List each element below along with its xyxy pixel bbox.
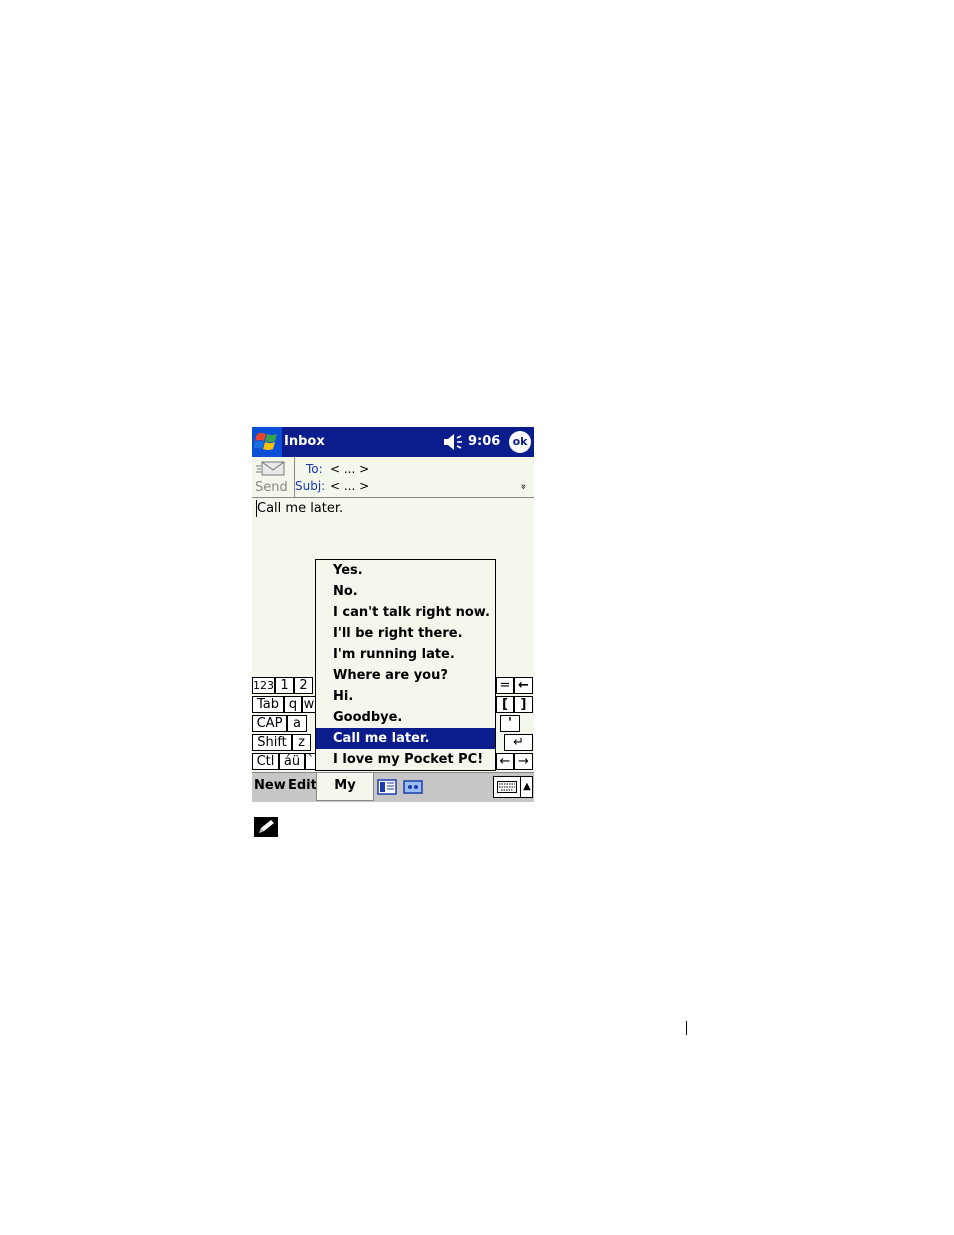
key-left-bracket[interactable]: [ <box>496 696 514 713</box>
key-123[interactable]: 123 <box>252 677 275 694</box>
key-arrow-left[interactable]: ← <box>496 753 514 770</box>
my-text-item-selected[interactable]: Call me later. <box>316 728 495 749</box>
message-body[interactable]: Call me later. <box>257 501 343 516</box>
speaker-icon[interactable] <box>443 433 465 451</box>
input-menu-arrow-icon[interactable]: ▲ <box>520 777 533 797</box>
my-text-item[interactable]: Yes. <box>316 560 495 581</box>
ok-button[interactable]: ok <box>509 431 531 453</box>
start-button[interactable] <box>252 427 282 457</box>
key-caps[interactable]: CAP <box>252 715 287 732</box>
input-panel-button[interactable]: ▲ <box>493 776 533 798</box>
key-right-bracket[interactable]: ] <box>514 696 533 713</box>
my-text-item[interactable]: I'm running late. <box>316 644 495 665</box>
clock[interactable]: 9:06 <box>468 434 500 449</box>
key-ctl[interactable]: Ctl <box>252 753 279 770</box>
my-text-item[interactable]: I love my Pocket PC! <box>316 749 495 770</box>
to-field[interactable]: < ... > <box>330 462 369 476</box>
key-accents[interactable]: áü <box>279 753 305 770</box>
key-q[interactable]: q <box>284 696 302 713</box>
windows-flag-icon <box>254 433 277 450</box>
expand-header-icon[interactable]: » <box>518 483 529 489</box>
recorder-icon[interactable] <box>403 779 423 795</box>
note-pencil-icon <box>254 817 278 837</box>
menu-new[interactable]: New <box>254 778 286 793</box>
my-text-button[interactable]: My Text <box>316 773 374 801</box>
my-text-item[interactable]: Goodbye. <box>316 707 495 728</box>
key-shift[interactable]: Shift <box>252 734 292 751</box>
key-a[interactable]: a <box>287 715 307 732</box>
title-bar: Inbox 9:06 ok <box>252 427 534 457</box>
send-label: Send <box>255 480 288 495</box>
key-tab[interactable]: Tab <box>252 696 284 713</box>
menu-edit[interactable]: Edit <box>288 778 317 793</box>
key-w[interactable]: w <box>302 696 316 713</box>
menu-bar: New Edit My Text ▲ <box>252 772 534 802</box>
envelope-icon <box>256 461 285 476</box>
key-apostrophe[interactable]: ' <box>500 715 520 732</box>
my-text-item[interactable]: No. <box>316 581 495 602</box>
message-header: Send To: < ... > Subj: < ... > » <box>252 457 534 498</box>
keyboard-icon <box>497 781 517 793</box>
my-text-item[interactable]: I'll be right there. <box>316 623 495 644</box>
subject-field[interactable]: < ... > <box>330 479 369 493</box>
key-enter[interactable]: ↵ <box>504 734 533 751</box>
key-1[interactable]: 1 <box>275 677 294 694</box>
send-button[interactable]: Send <box>252 457 295 497</box>
to-label: To: <box>306 462 323 476</box>
page-margin-mark <box>686 1021 687 1035</box>
key-2[interactable]: 2 <box>294 677 313 694</box>
my-text-menu: Yes. No. I can't talk right now. I'll be… <box>315 559 496 771</box>
pocket-pc-screen: Inbox 9:06 ok Send To: < ... > Subj: < .… <box>252 427 534 802</box>
key-z[interactable]: z <box>292 734 311 751</box>
app-title: Inbox <box>284 434 325 449</box>
key-arrow-right[interactable]: → <box>514 753 533 770</box>
address-book-icon[interactable] <box>377 779 397 795</box>
my-text-item[interactable]: I can't talk right now. <box>316 602 495 623</box>
key-backspace[interactable]: ← <box>514 677 533 694</box>
subject-label: Subj: <box>295 479 326 493</box>
my-text-item[interactable]: Where are you? <box>316 665 495 686</box>
my-text-item[interactable]: Hi. <box>316 686 495 707</box>
key-equals[interactable]: = <box>496 677 514 694</box>
